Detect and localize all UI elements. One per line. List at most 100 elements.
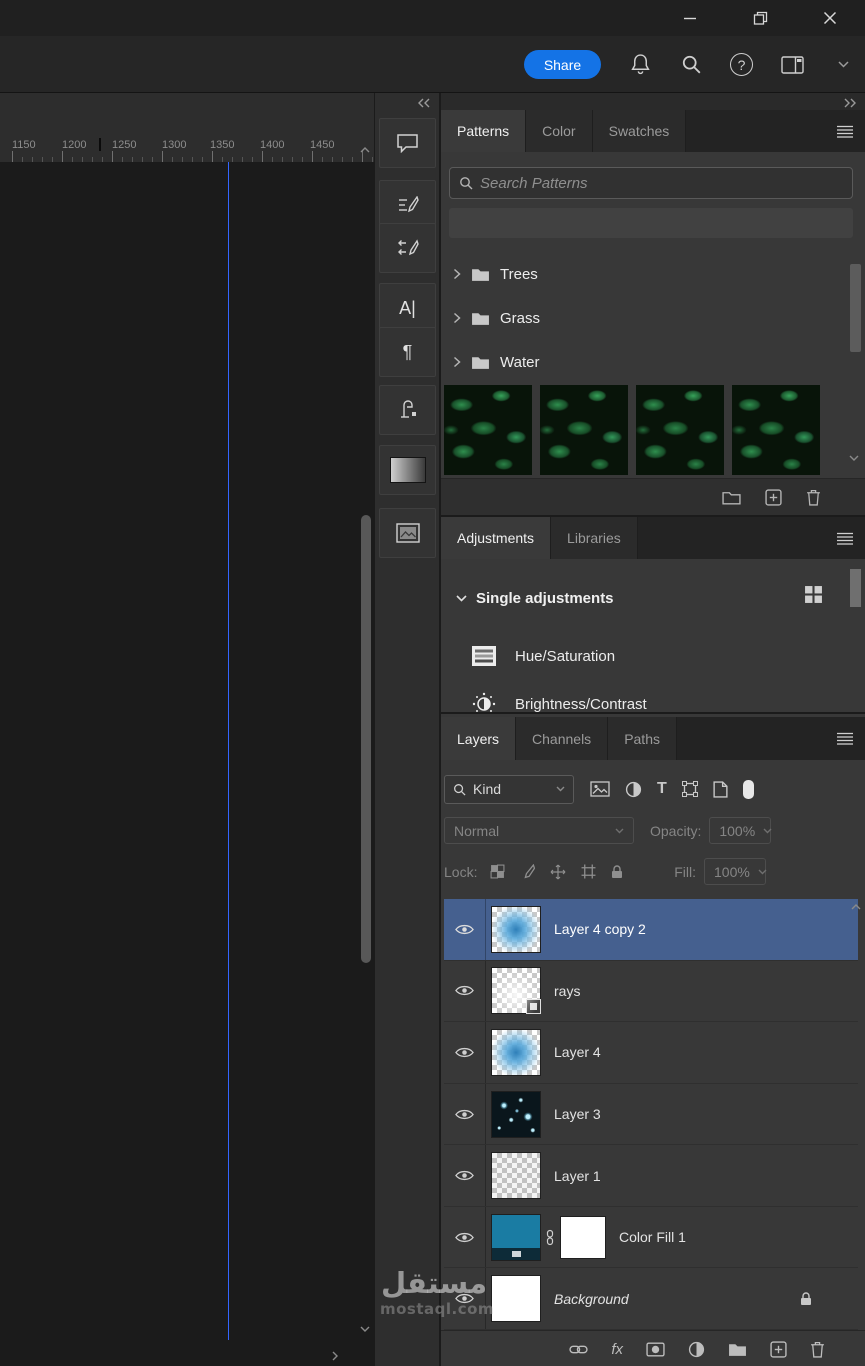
layer-thumbnail[interactable] xyxy=(491,1152,541,1200)
share-button[interactable]: Share xyxy=(524,50,601,79)
layer-name[interactable]: Layer 4 copy 2 xyxy=(554,921,646,937)
visibility-eye-icon[interactable] xyxy=(444,1083,486,1145)
layer-thumbnail[interactable] xyxy=(491,967,541,1015)
background-lock-icon[interactable] xyxy=(800,1292,812,1306)
glyphs-panel-icon[interactable] xyxy=(379,385,436,435)
layer-row-background[interactable]: Background xyxy=(444,1268,858,1331)
help-icon[interactable]: ? xyxy=(730,53,753,76)
layer-name[interactable]: Layer 4 xyxy=(554,1044,601,1060)
layer-filter-toggle[interactable] xyxy=(742,779,754,799)
new-group-icon[interactable] xyxy=(728,1342,747,1357)
lock-artboard-icon[interactable] xyxy=(581,864,596,879)
close-button[interactable] xyxy=(795,0,865,36)
visibility-eye-icon[interactable] xyxy=(444,899,486,960)
delete-layer-trash-icon[interactable] xyxy=(810,1341,825,1358)
grid-view-icon[interactable] xyxy=(804,585,823,604)
tab-layers[interactable]: Layers xyxy=(441,717,517,760)
new-group-folder-icon[interactable] xyxy=(722,490,741,505)
character-panel-icon[interactable]: A| xyxy=(379,283,436,333)
lock-position-move-icon[interactable] xyxy=(550,864,566,880)
document-viewport[interactable] xyxy=(0,162,374,1366)
layer-name[interactable]: rays xyxy=(554,983,580,999)
patterns-preview-panel-icon[interactable] xyxy=(379,508,436,558)
visibility-eye-icon[interactable] xyxy=(444,960,486,1022)
collapse-panels-left-icon[interactable] xyxy=(417,95,431,113)
tab-swatches[interactable]: Swatches xyxy=(592,110,687,152)
chevron-right-icon[interactable] xyxy=(453,268,461,280)
scroll-down-icon[interactable] xyxy=(358,1322,372,1336)
new-layer-icon[interactable] xyxy=(770,1341,787,1358)
gradients-panel-icon[interactable] xyxy=(379,445,436,495)
opacity-dropdown[interactable]: 100% xyxy=(709,817,772,844)
pattern-swatch[interactable] xyxy=(636,385,724,475)
notifications-bell-icon[interactable] xyxy=(628,53,652,77)
tab-libraries[interactable]: Libraries xyxy=(551,517,638,559)
filter-smart-objects-icon[interactable] xyxy=(713,780,728,798)
adjustment-hue-saturation[interactable]: Hue/Saturation xyxy=(471,634,615,678)
search-icon[interactable] xyxy=(679,53,703,77)
layer-thumbnail[interactable] xyxy=(491,1090,541,1138)
guide-line[interactable] xyxy=(228,162,229,1340)
fill-dropdown[interactable]: 100% xyxy=(704,858,767,885)
blend-mode-dropdown[interactable]: Normal xyxy=(444,817,634,844)
layer-name[interactable]: Background xyxy=(554,1291,629,1307)
adjustment-brightness-contrast[interactable]: Brightness/Contrast xyxy=(471,682,647,712)
layer-thumbnail[interactable] xyxy=(491,905,541,953)
canvas-area[interactable]: 1150 1200 1250 1300 1350 1400 1450 xyxy=(0,93,374,1366)
pattern-folder-water[interactable]: Water xyxy=(441,340,841,384)
pattern-search-input[interactable] xyxy=(480,174,843,192)
patterns-scrollbar[interactable] xyxy=(850,264,861,352)
tab-paths[interactable]: Paths xyxy=(608,717,677,760)
chevron-right-icon[interactable] xyxy=(453,356,461,368)
scroll-right-icon[interactable] xyxy=(328,1349,342,1363)
filter-type-layers-icon[interactable]: T xyxy=(657,780,667,798)
maximize-button[interactable] xyxy=(725,0,795,36)
scroll-up-icon[interactable] xyxy=(851,904,861,910)
filter-kind-dropdown[interactable]: Kind xyxy=(444,774,574,804)
pattern-swatch[interactable] xyxy=(732,385,820,475)
layer-name[interactable]: Layer 1 xyxy=(554,1168,601,1184)
adjustments-scrollbar[interactable] xyxy=(850,569,861,607)
link-layers-icon[interactable] xyxy=(569,1344,588,1355)
scroll-up-icon[interactable] xyxy=(358,143,372,157)
visibility-eye-icon[interactable] xyxy=(444,1206,486,1268)
pattern-folder-trees[interactable]: Trees xyxy=(441,252,841,296)
filter-adjustment-layers-icon[interactable] xyxy=(625,781,642,798)
layer-thumbnail[interactable] xyxy=(491,1275,541,1323)
adjustments-panel-menu-icon[interactable] xyxy=(837,532,853,545)
minimize-button[interactable] xyxy=(655,0,725,36)
filter-shape-layers-icon[interactable] xyxy=(681,781,698,797)
layer-mask-thumbnail[interactable] xyxy=(560,1215,606,1259)
layer-row-layer-3[interactable]: Layer 3 xyxy=(444,1083,858,1146)
visibility-eye-icon[interactable] xyxy=(444,1145,486,1206)
pattern-swatch[interactable] xyxy=(444,385,532,475)
layer-name[interactable]: Color Fill 1 xyxy=(619,1229,686,1245)
scroll-down-icon[interactable] xyxy=(847,451,861,465)
delete-trash-icon[interactable] xyxy=(806,489,821,506)
new-pattern-icon[interactable] xyxy=(765,488,782,506)
lock-all-icon[interactable] xyxy=(611,864,623,879)
tab-patterns[interactable]: Patterns xyxy=(441,110,527,152)
single-adjustments-header[interactable]: Single adjustments xyxy=(456,582,614,614)
lock-pixels-brush-icon[interactable] xyxy=(520,864,536,879)
tab-color[interactable]: Color xyxy=(526,110,593,152)
lock-transparency-icon[interactable] xyxy=(490,864,505,879)
chevron-right-icon[interactable] xyxy=(453,312,461,324)
layer-row-color-fill-1[interactable]: Color Fill 1 xyxy=(444,1206,858,1269)
pattern-swatch[interactable] xyxy=(540,385,628,475)
patterns-panel-menu-icon[interactable] xyxy=(837,125,853,138)
layer-mask-link-icon[interactable] xyxy=(545,1229,555,1246)
paragraph-panel-icon[interactable]: ¶ xyxy=(379,327,436,377)
visibility-eye-icon[interactable] xyxy=(444,1268,486,1330)
layer-row-layer-1[interactable]: Layer 1 xyxy=(444,1145,858,1207)
layer-row-layer-4-copy-2[interactable]: Layer 4 copy 2 xyxy=(444,899,858,961)
layer-thumbnail[interactable] xyxy=(491,1028,541,1076)
pattern-search-box[interactable] xyxy=(449,167,853,199)
tab-channels[interactable]: Channels xyxy=(516,717,609,760)
layers-panel-menu-icon[interactable] xyxy=(837,732,853,745)
tool-presets-panel-icon[interactable] xyxy=(379,223,436,273)
canvas-vertical-scrollbar[interactable] xyxy=(361,515,371,963)
horizontal-ruler[interactable]: 1150 1200 1250 1300 1350 1400 1450 xyxy=(0,138,374,162)
layer-row-rays[interactable]: rays xyxy=(444,960,858,1023)
new-adjustment-layer-icon[interactable] xyxy=(688,1341,705,1358)
